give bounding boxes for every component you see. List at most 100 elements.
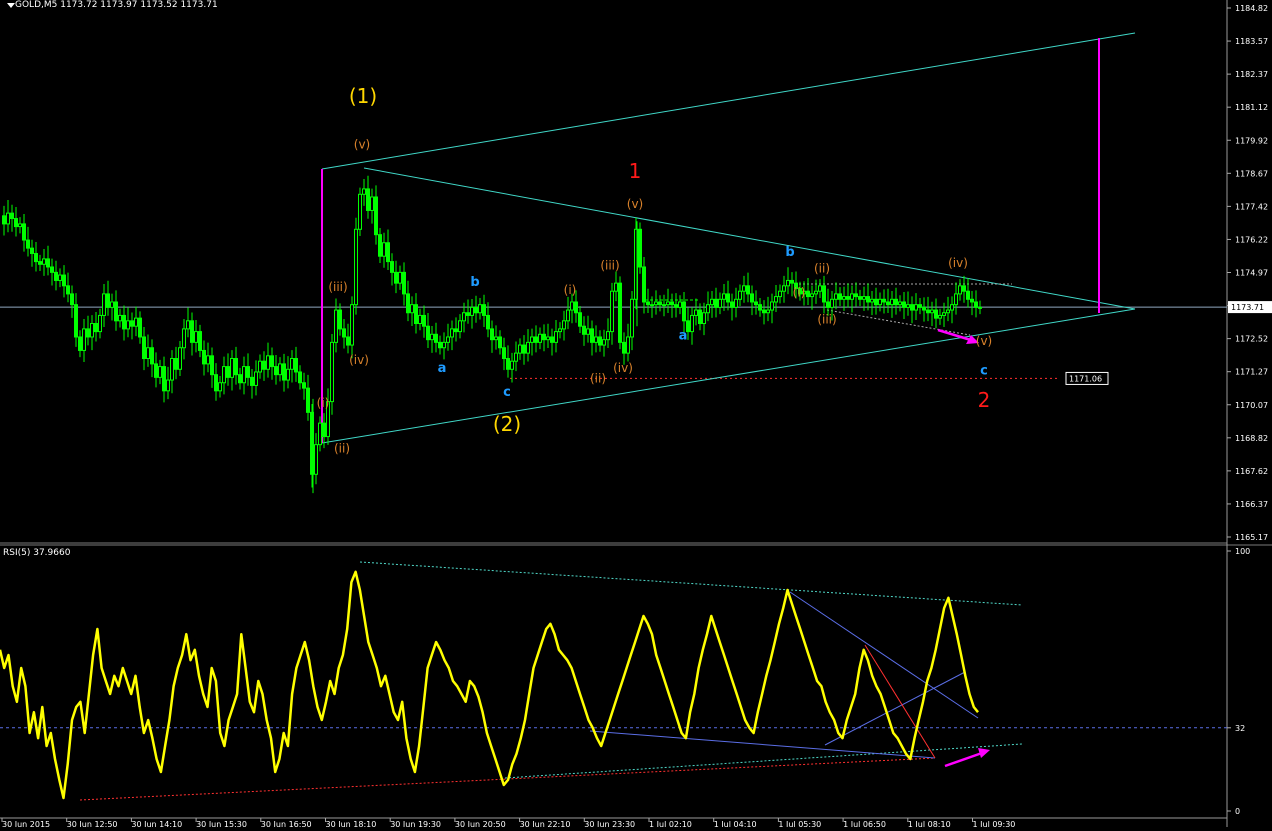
wave-label: b: [785, 245, 794, 260]
candle-body: [914, 304, 918, 311]
candle-body: [474, 306, 478, 314]
wave-label: (i): [793, 286, 806, 300]
candle-body: [278, 363, 282, 376]
candle-body: [846, 296, 850, 300]
candle-body: [378, 234, 382, 257]
candle-body: [2, 215, 6, 225]
rsi-tick-label: 32: [1235, 724, 1245, 733]
wave-label: (ii): [334, 442, 350, 456]
candle-body: [322, 422, 326, 438]
candle-body: [494, 336, 498, 341]
current-price-label: 1173.71: [1231, 303, 1264, 312]
candle-body: [690, 314, 694, 333]
dropdown-arrow-icon[interactable]: [7, 3, 15, 8]
candle-body: [518, 344, 522, 354]
candle-body: [714, 298, 718, 308]
candle-body: [374, 196, 378, 236]
candle-body: [958, 285, 962, 295]
candle-body: [910, 304, 914, 311]
candle-body: [542, 333, 546, 341]
candle-body: [366, 188, 370, 211]
candle-body: [126, 320, 130, 330]
price-tick-label: 1165.17: [1235, 533, 1268, 542]
time-tick-label: 1 Jul 06:50: [843, 820, 886, 827]
candle-body: [570, 301, 574, 311]
candle-body: [826, 301, 830, 308]
candle-body: [22, 223, 26, 241]
candle-body: [918, 304, 922, 308]
candle-body: [262, 360, 266, 370]
candle-body: [10, 212, 14, 220]
candle-body: [786, 279, 790, 287]
candle-body: [410, 304, 414, 314]
candle-body: [162, 366, 166, 392]
wave-label: (v): [354, 138, 370, 152]
symbol-header-text: GOLD,M5 1173.72 1173.97 1173.52 1173.71: [15, 0, 218, 10]
candle-body: [538, 333, 542, 343]
candle-body: [618, 282, 622, 343]
candle-body: [186, 320, 190, 330]
price-tick-label: 1178.67: [1235, 169, 1268, 178]
candle-body: [934, 309, 938, 319]
candle-body: [122, 314, 126, 330]
candle-body: [246, 366, 250, 378]
candle-body: [202, 349, 206, 365]
candle-body: [370, 196, 374, 211]
candle-body: [270, 355, 274, 368]
candle-body: [466, 312, 470, 316]
candle-body: [274, 366, 278, 376]
candle-body: [862, 296, 866, 300]
candle-body: [818, 285, 822, 292]
candle-body: [966, 290, 970, 300]
candle-body: [610, 290, 614, 333]
candle-body: [950, 304, 954, 311]
candle-body: [930, 309, 934, 314]
price-tick-label: 1183.57: [1235, 37, 1268, 46]
candle-body: [174, 358, 178, 370]
candle-body: [46, 258, 50, 268]
candle-body: [62, 274, 66, 287]
candle-body: [478, 304, 482, 314]
candle-body: [158, 366, 162, 378]
candle-body: [902, 301, 906, 308]
candle: [638, 222, 642, 274]
rsi-tick-label: 100: [1235, 547, 1250, 556]
candle-body: [614, 282, 618, 292]
candle-body: [226, 366, 230, 378]
candle-body: [578, 312, 582, 327]
candle-body: [522, 344, 526, 354]
candle-body: [774, 296, 778, 303]
candle-body: [198, 331, 202, 351]
candle-body: [406, 293, 410, 314]
time-tick-label: 30 Jun 18:10: [326, 820, 377, 827]
candle-body: [314, 444, 318, 475]
candle-body: [766, 309, 770, 314]
candle-body: [882, 298, 886, 303]
candle: [618, 276, 622, 350]
time-tick-label: 30 Jun 2015: [2, 820, 50, 827]
candle-body: [54, 271, 58, 281]
candle-body: [430, 333, 434, 341]
candle-body: [822, 285, 826, 303]
wave-label: c: [503, 385, 511, 400]
candle-body: [658, 301, 662, 306]
candle-body: [482, 304, 486, 316]
candle-body: [670, 301, 674, 306]
candle-body: [662, 304, 666, 307]
candle-body: [194, 331, 198, 343]
candle-body: [730, 301, 734, 308]
candle-body: [922, 306, 926, 311]
candle-body: [90, 323, 94, 338]
candle-body: [362, 188, 366, 195]
candle-body: [354, 228, 358, 306]
candle-body: [26, 239, 30, 249]
candle-body: [870, 298, 874, 303]
candle-body: [398, 271, 402, 284]
candle-body: [114, 301, 118, 322]
candle-body: [454, 328, 458, 333]
time-tick-label: 1 Jul 08:10: [908, 820, 951, 827]
candle-body: [238, 374, 242, 384]
candle-body: [562, 320, 566, 330]
candle-body: [34, 253, 38, 263]
wave-label: (iii): [600, 259, 619, 273]
